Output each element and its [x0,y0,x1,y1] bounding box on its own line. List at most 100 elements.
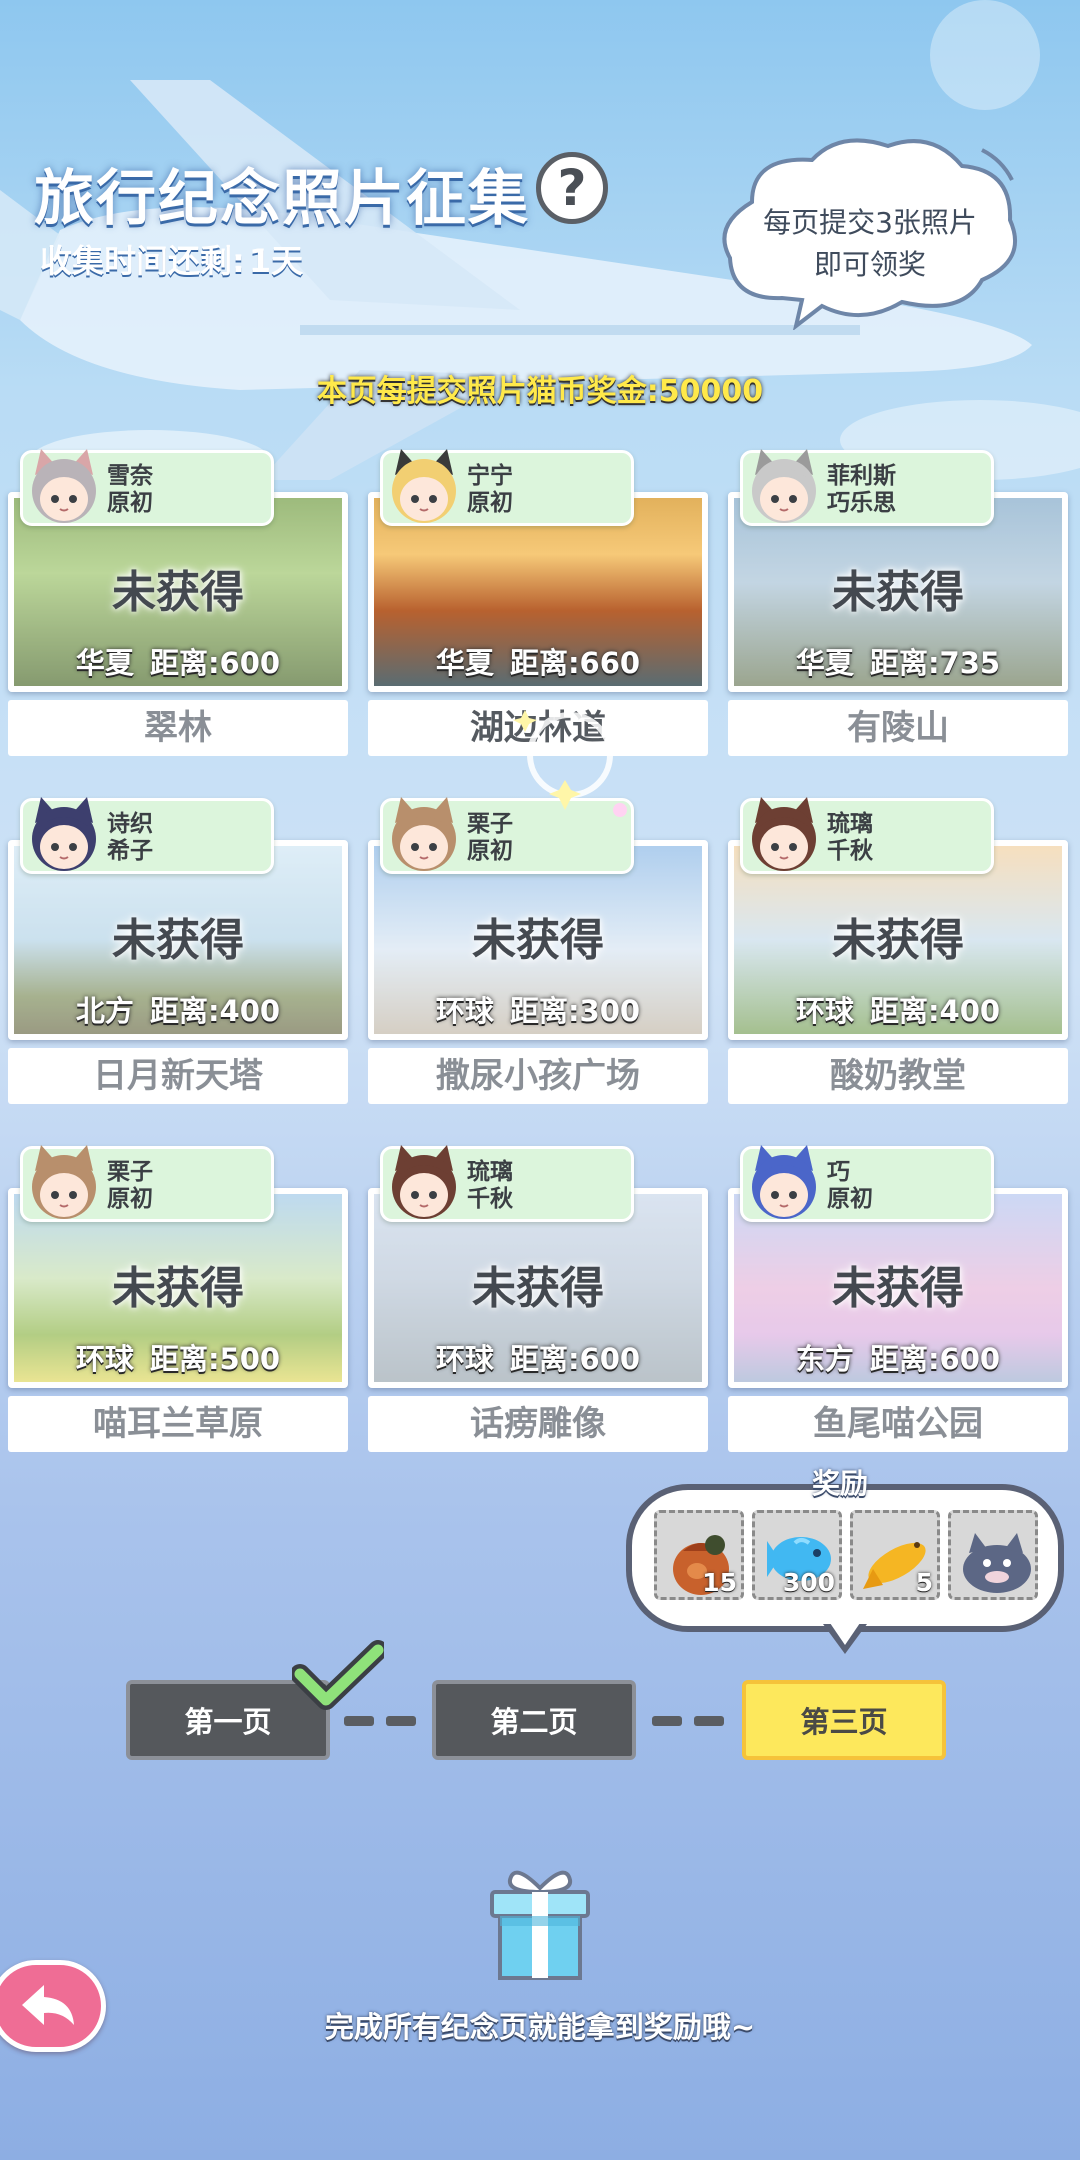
character-tag: 琉璃 千秋 [740,797,994,874]
photo-distance-value: 距离:600 [869,1342,1001,1376]
character-variant: 原初 [827,1186,873,1212]
photo-card[interactable]: 未获得 北方 距离:400 日月新天塔 诗织 希子 [8,797,348,1104]
photo-status: 未获得 [832,1263,964,1314]
reward-item-blue-fish[interactable]: 300 [752,1510,842,1600]
photo-status: 未获得 [112,567,244,618]
character-avatar-icon [752,797,816,871]
character-tag: 琉璃 千秋 [380,1145,634,1222]
photo-card[interactable]: 未获得 环球 距离:600 话痨雕像 琉璃 千秋 [368,1145,708,1452]
photo-region: 华夏 [435,646,494,680]
character-variant: 原初 [467,490,513,516]
photo-status: 未获得 [472,1263,604,1314]
character-variant: 千秋 [467,1186,513,1212]
countdown-label: 收集时间还剩: [40,242,245,280]
countdown-value: 1天 [248,242,304,280]
photo-status: 未获得 [832,567,964,618]
photo-distance: 华夏 距离:660 [374,640,702,682]
reward-qty: 5 [915,1568,933,1597]
gift-box-icon[interactable] [484,1866,596,1982]
page-connector [344,1716,374,1726]
photo-distance-value: 距离:735 [869,646,1001,680]
character-variant: 原初 [107,490,153,516]
photo-distance: 华夏 距离:600 [14,640,342,682]
page-connector [652,1716,682,1726]
reward-item-bag[interactable]: 15 [654,1510,744,1600]
photo-distance: 东方 距离:600 [734,1336,1062,1378]
completion-hint: 完成所有纪念页就能拿到奖励哦~ [324,2010,756,2044]
rewards-label: 奖励 [812,1467,869,1500]
photo-status: 未获得 [472,915,604,966]
photo-region: 环球 [795,994,854,1028]
photo-card[interactable]: 未获得 环球 距离:300 撒尿小孩广场 栗子 原初 [368,797,708,1104]
page-3-button[interactable]: 第三页 [742,1680,946,1760]
character-variant: 巧乐思 [827,490,896,516]
character-tag: 雪奈 原初 [20,449,274,526]
photo-card[interactable]: 未获得 华夏 距离:735 有陵山 菲利斯 巧乐思 [728,449,1068,756]
photo-distance-value: 距离:660 [509,646,641,680]
character-avatar-icon [392,1145,456,1219]
character-variant: 原初 [107,1186,153,1212]
reward-qty: 300 [782,1568,835,1597]
photo-status: 未获得 [832,915,964,966]
character-avatar-icon [32,449,96,523]
page-connector [386,1716,416,1726]
photo-card[interactable]: 未获得 华夏 距离:600 翠林 雪奈 原初 [8,449,348,756]
character-name: 琉璃 [467,1159,513,1185]
place-name: 酸奶教堂 [728,1048,1068,1104]
photo-distance-value: 距离:400 [869,994,1001,1028]
character-name: 琉璃 [827,811,873,837]
page-2-label: 第二页 [490,1705,578,1739]
character-avatar-icon [752,449,816,523]
checkmark-icon [292,1640,384,1710]
cloud-line-1: 每页提交3张照片 [763,206,977,239]
back-button[interactable] [0,1960,106,2052]
character-tag: 诗织 希子 [20,797,274,874]
character-name: 宁宁 [467,463,513,489]
rewards-pointer-inner [830,1623,860,1645]
photo-distance-value: 距离:500 [149,1342,281,1376]
character-tag: 巧 原初 [740,1145,994,1222]
photo-card[interactable]: 未获得 环球 距离:500 喵耳兰草原 栗子 原初 [8,1145,348,1452]
photo-region: 东方 [795,1342,854,1376]
page-2-button[interactable]: 第二页 [432,1680,636,1760]
character-tag: 菲利斯 巧乐思 [740,449,994,526]
photo-card[interactable]: 未获得 东方 距离:600 鱼尾喵公园 巧 原初 [728,1145,1068,1452]
page-1-label: 第一页 [184,1705,272,1739]
character-tag: 栗子 原初 [20,1145,274,1222]
cat-figure-icon [963,1533,1031,1593]
character-avatar-icon [752,1145,816,1219]
speech-cloud-text: 每页提交3张照片 即可领奖 [712,202,1028,286]
character-avatar-icon [392,797,456,871]
photo-region: 环球 [75,1342,134,1376]
photo-distance-value: 距离:600 [509,1342,641,1376]
place-name: 撒尿小孩广场 [368,1048,708,1104]
back-arrow-icon [22,1985,74,2025]
photo-status: 未获得 [112,915,244,966]
photo-region: 华夏 [75,646,134,680]
reward-item-gold-fish[interactable]: 5 [850,1510,940,1600]
photo-distance: 环球 距离:300 [374,988,702,1030]
photo-distance-value: 距离:300 [509,994,641,1028]
photo-distance-value: 距离:400 [149,994,281,1028]
photo-region: 北方 [75,994,134,1028]
photo-region: 华夏 [795,646,854,680]
photo-distance: 北方 距离:400 [14,988,342,1030]
reward-qty: 15 [702,1568,737,1597]
page-connector [694,1716,724,1726]
page-3-label: 第三页 [800,1705,888,1739]
photo-card[interactable]: 未获得 环球 距离:400 酸奶教堂 琉璃 千秋 [728,797,1068,1104]
character-name: 菲利斯 [827,463,896,489]
question-icon: ? [557,159,587,217]
place-name: 翠林 [8,700,348,756]
page-bonus-text: 本页每提交照片猫币奖金:50000 [316,374,764,409]
cloud-line-2: 即可领奖 [813,248,926,281]
sparkle-effect [513,710,627,817]
character-variant: 希子 [107,838,153,864]
photo-distance-value: 距离:600 [149,646,281,680]
reward-item-cat-figure[interactable] [948,1510,1038,1600]
help-button[interactable]: ? [536,152,608,224]
character-avatar-icon [392,449,456,523]
character-avatar-icon [32,1145,96,1219]
character-name: 栗子 [107,1159,153,1185]
photo-distance: 环球 距离:500 [14,1336,342,1378]
